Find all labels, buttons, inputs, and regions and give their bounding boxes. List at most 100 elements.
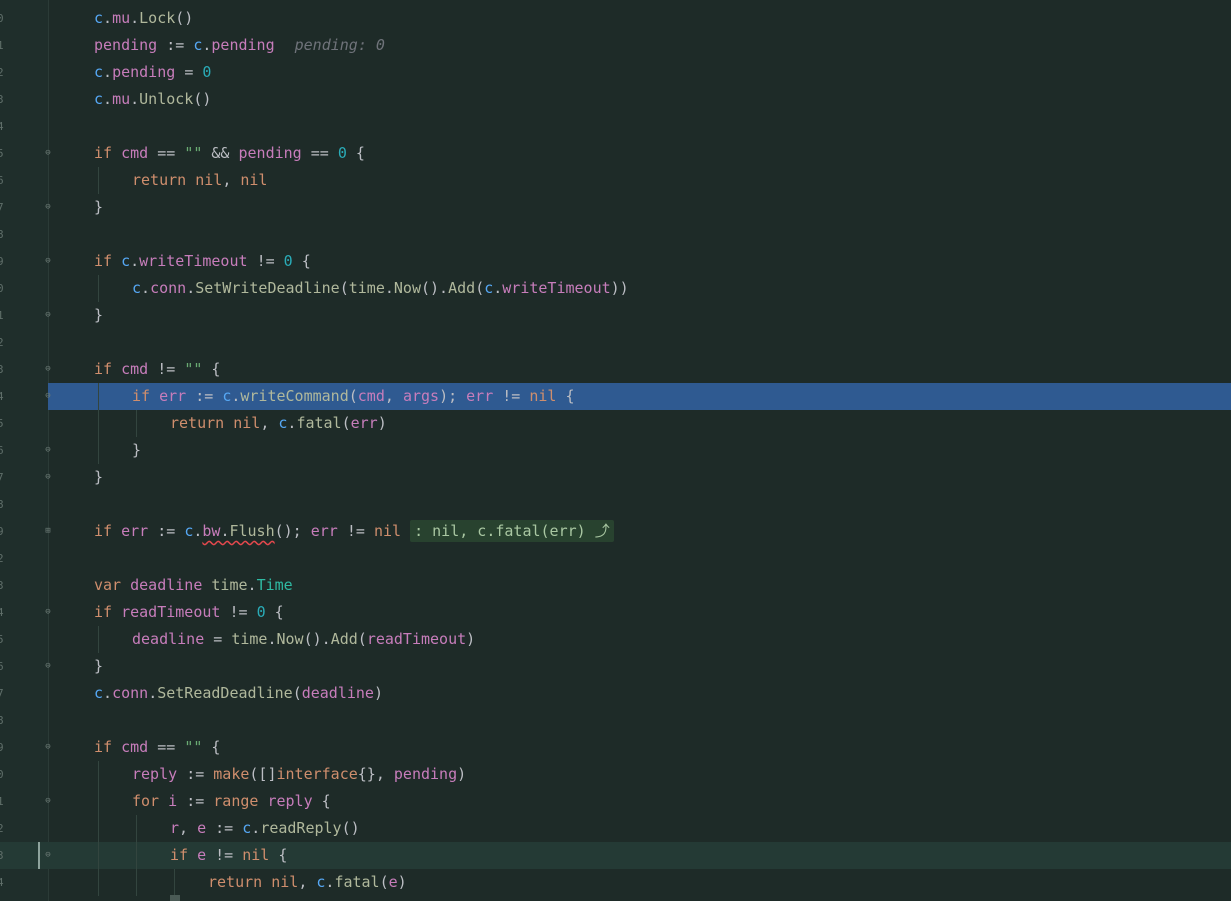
code-text: if c.writeTimeout != 0 {	[94, 252, 311, 270]
code-text: if err := c.bw.Flush(); err != nil : nil…	[94, 518, 614, 545]
line-number: 2	[0, 552, 4, 565]
line-number: 5	[0, 147, 4, 160]
line-number: 7	[0, 201, 4, 214]
code-line[interactable]: 2	[0, 545, 1231, 572]
code-line[interactable]: 6 return nil, nil	[0, 167, 1231, 194]
fold-toggle-icon[interactable]: ⊖	[43, 148, 53, 158]
line-number: 0	[0, 12, 4, 25]
code-line[interactable]: 0 c.mu.Lock()	[0, 5, 1231, 32]
code-text: return nil, c.fatal(e)	[208, 873, 407, 891]
line-number: 7	[0, 687, 4, 700]
line-number: 3	[0, 93, 4, 106]
code-line[interactable]: 0 reply := make([]interface{}, pending)	[0, 761, 1231, 788]
fold-toggle-icon[interactable]: ⊖	[43, 607, 53, 617]
line-number: 4	[0, 120, 4, 133]
code-text: }	[94, 657, 104, 675]
code-line[interactable]: 1 ⊖}	[0, 302, 1231, 329]
code-line[interactable]: 8	[0, 707, 1231, 734]
code-line[interactable]: 9 ⊖ if cmd == "" {	[0, 734, 1231, 761]
code-line[interactable]: 1 ⊖ for i := range reply {	[0, 788, 1231, 815]
code-line[interactable]: 1 pending := c.pending pending: 0	[0, 32, 1231, 59]
line-number: 8	[0, 498, 4, 511]
code-line[interactable]: 9 ⊖ if c.writeTimeout != 0 {	[0, 248, 1231, 275]
code-line[interactable]: 7 ⊖}	[0, 194, 1231, 221]
fold-toggle-icon[interactable]: ⊖	[43, 742, 53, 752]
fold-plus-icon[interactable]: ⊞	[43, 526, 53, 536]
indent-guide	[98, 761, 99, 896]
fold-toggle-icon[interactable]: ⊖	[43, 796, 53, 806]
code-line[interactable]: 4	[0, 113, 1231, 140]
code-text: c.mu.Lock()	[94, 9, 194, 27]
code-text: }	[132, 441, 142, 459]
code-line[interactable]: 5 return nil, c.fatal(err)	[0, 410, 1231, 437]
code-line[interactable]: 3 var deadline time.Time	[0, 572, 1231, 599]
code-editor[interactable]: 0 c.mu.Lock() 1 pending := c.pending pending…	[0, 0, 1231, 901]
caret-marker	[38, 842, 40, 869]
line-number: 4	[0, 876, 4, 889]
code-text: if cmd == "" {	[94, 738, 221, 756]
code-text: deadline = time.Now().Add(readTimeout)	[132, 630, 476, 648]
code-text: if cmd != "" {	[94, 360, 221, 378]
line-number: 0	[0, 768, 4, 781]
code-line[interactable]: 4 ⊖ if readTimeout != 0 {	[0, 599, 1231, 626]
code-text: if cmd == "" && pending == 0 {	[94, 144, 365, 162]
code-text: c.pending = 0	[94, 63, 212, 81]
indent-guide	[174, 869, 175, 896]
code-line[interactable]: 7 c.conn.SetReadDeadline(deadline)	[0, 680, 1231, 707]
code-line[interactable]: 8	[0, 221, 1231, 248]
code-line[interactable]: 2 c.pending = 0	[0, 59, 1231, 86]
code-text: return nil, c.fatal(err)	[170, 414, 387, 432]
line-number: 4	[0, 390, 4, 403]
code-line[interactable]: 3 ⊖ if cmd != "" {	[0, 356, 1231, 383]
code-line[interactable]: 4 return nil, c.fatal(e)	[0, 869, 1231, 896]
fold-toggle-icon[interactable]: ⊖	[43, 364, 53, 374]
fold-toggle-icon[interactable]: ⊖	[43, 256, 53, 266]
fold-toggle-icon[interactable]: ⊖	[43, 310, 53, 320]
horizontal-scrollbar[interactable]	[170, 895, 180, 901]
line-number: 6	[0, 660, 4, 673]
code-text: c.conn.SetReadDeadline(deadline)	[94, 684, 383, 702]
code-line[interactable]: 7 ⊖}	[0, 464, 1231, 491]
line-number: 5	[0, 417, 4, 430]
line-number: 8	[0, 714, 4, 727]
code-text: if err := c.writeCommand(cmd, args); err…	[132, 387, 575, 405]
code-text: if e != nil {	[170, 846, 288, 864]
code-line[interactable]: 2 r, e := c.readReply()	[0, 815, 1231, 842]
code-line[interactable]: 6 ⊖}	[0, 653, 1231, 680]
line-number: 8	[0, 228, 4, 241]
line-number: 5	[0, 633, 4, 646]
line-number: 3	[0, 579, 4, 592]
code-line[interactable]: 5 deadline = time.Now().Add(readTimeout)	[0, 626, 1231, 653]
code-line[interactable]: 6 ⊖}	[0, 437, 1231, 464]
line-number: 0	[0, 282, 4, 295]
line-number: 6	[0, 174, 4, 187]
fold-toggle-icon[interactable]: ⊖	[43, 391, 53, 401]
code-text: reply := make([]interface{}, pending)	[132, 765, 467, 783]
fold-toggle-icon[interactable]: ⊖	[43, 850, 53, 860]
fold-toggle-icon[interactable]: ⊖	[43, 445, 53, 455]
code-text: }	[94, 468, 104, 486]
fold-toggle-icon[interactable]: ⊖	[43, 661, 53, 671]
line-number: 6	[0, 444, 4, 457]
line-number: 2	[0, 66, 4, 79]
indent-guide	[98, 383, 99, 464]
code-line[interactable]: 5 ⊖ if cmd == "" && pending == 0 {	[0, 140, 1231, 167]
code-line[interactable]: 3 c.mu.Unlock()	[0, 86, 1231, 113]
code-line[interactable]: 2	[0, 329, 1231, 356]
code-line[interactable]: 9 ⊞ if err := c.bw.Flush(); err != nil : n…	[0, 518, 1231, 545]
line-number: 7	[0, 471, 4, 484]
code-text: pending := c.pending pending: 0	[94, 36, 385, 54]
code-line[interactable]: 3 ⊖ if e != nil {	[0, 842, 1231, 869]
code-text: c.mu.Unlock()	[94, 90, 212, 108]
code-text: return nil, nil	[132, 171, 268, 189]
code-text: c.conn.SetWriteDeadline(time.Now().Add(c…	[132, 279, 629, 297]
code-line[interactable]: 4 ⊖ if err := c.writeCommand(cmd, args); e…	[0, 383, 1231, 410]
code-line[interactable]: 0 c.conn.SetWriteDeadline(time.Now().Add(…	[0, 275, 1231, 302]
fold-toggle-icon[interactable]: ⊖	[43, 202, 53, 212]
line-number: 3	[0, 849, 4, 862]
folded-region[interactable]: : nil, c.fatal(err) ⤴	[410, 520, 614, 542]
code-text: var deadline time.Time	[94, 576, 293, 594]
fold-toggle-icon[interactable]: ⊖	[43, 472, 53, 482]
line-number: 9	[0, 525, 4, 538]
code-line[interactable]: 8	[0, 491, 1231, 518]
